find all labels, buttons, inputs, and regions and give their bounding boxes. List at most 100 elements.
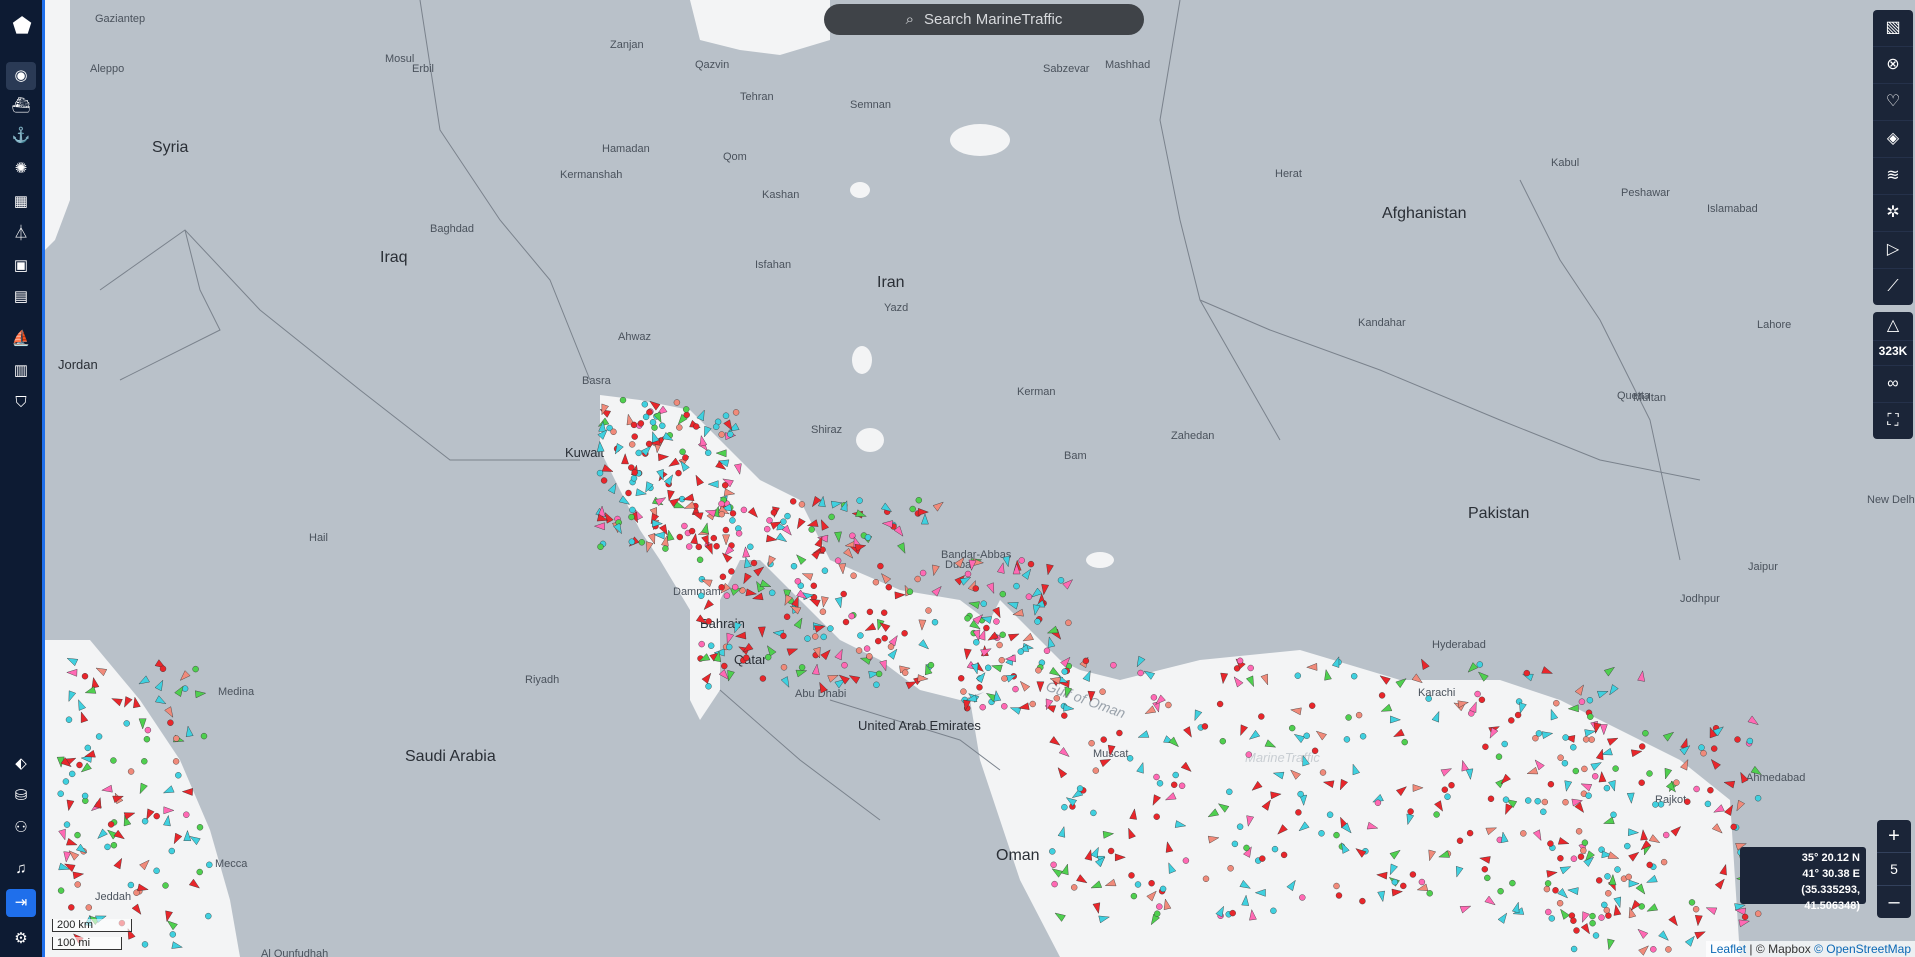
vessel-marker[interactable] [1110,662,1117,669]
vessel-marker[interactable] [1589,920,1596,927]
vessel-marker[interactable] [1029,700,1036,708]
vessel-marker[interactable] [713,543,720,550]
vessel-marker[interactable] [780,664,788,671]
vessel-marker[interactable] [1116,729,1123,737]
vessel-marker[interactable] [1673,779,1680,786]
vessel-marker[interactable] [964,570,972,578]
vessel-marker[interactable] [1573,927,1580,934]
vessel-marker[interactable] [998,657,1005,664]
vessel-marker[interactable] [784,512,791,520]
ship-icon[interactable]: ⛴ [6,92,36,120]
globe-icon[interactable]: ◉ [6,62,36,90]
vessel-marker[interactable] [958,675,965,682]
vessel-marker[interactable] [683,406,690,413]
vessel-marker[interactable] [1034,618,1041,625]
vessel-marker[interactable] [1178,782,1186,789]
vessel-marker[interactable] [915,497,922,504]
vessel-marker[interactable] [931,619,939,626]
layers-icon[interactable]: ◈ [1873,121,1913,158]
vessel-marker[interactable] [705,449,712,456]
vessel-marker[interactable] [173,735,180,742]
vessel-marker[interactable] [866,608,874,616]
vessel-marker[interactable] [1693,785,1700,793]
vessel-marker[interactable] [1236,657,1244,664]
vessel-marker[interactable] [1082,657,1090,665]
vessel-marker[interactable] [65,716,73,723]
vessel-marker[interactable] [1374,799,1382,806]
vessel-marker[interactable] [750,559,758,567]
vessel-marker[interactable] [914,575,921,583]
vessel-marker[interactable] [1137,669,1144,677]
vessel-marker[interactable] [1534,798,1541,805]
vessel-marker[interactable] [875,670,883,678]
vessel-marker[interactable] [597,543,604,550]
vessel-marker[interactable] [1027,560,1035,568]
vessel-marker[interactable] [1050,861,1057,868]
vessel-marker[interactable] [123,720,130,727]
vessel-marker[interactable] [1156,903,1163,910]
vessel-marker[interactable] [1326,811,1334,818]
vessel-marker[interactable] [1202,875,1210,882]
vessel-marker[interactable] [1741,913,1749,921]
vessel-marker[interactable] [740,506,748,514]
vessel-marker[interactable] [960,688,967,695]
vessel-marker[interactable] [1219,738,1227,745]
vessel-marker[interactable] [783,613,791,620]
vessel-marker[interactable] [619,396,627,404]
vessel-marker[interactable] [1049,848,1056,855]
vessel-marker[interactable] [74,831,81,839]
vessel-marker[interactable] [1570,945,1578,953]
vessel-marker[interactable] [906,588,914,595]
vessel-marker[interactable] [1700,750,1707,757]
vessel-marker[interactable] [1043,647,1051,654]
vessel-marker[interactable] [1612,765,1619,772]
vessel-marker[interactable] [1088,740,1095,747]
vessel-marker[interactable] [1646,770,1653,777]
vessel-marker[interactable] [1441,786,1449,793]
vessel-marker[interactable] [675,469,682,477]
vessel-marker[interactable] [81,792,89,800]
vessel-marker[interactable] [732,409,740,416]
vessel-marker[interactable] [62,778,70,785]
vessel-marker[interactable] [710,534,717,542]
vessel-marker[interactable] [1159,885,1167,893]
vessel-marker[interactable] [698,592,705,599]
vessel-marker[interactable] [1001,703,1008,710]
vessel-marker[interactable] [855,647,863,654]
vessel-marker[interactable] [1577,853,1585,860]
vessel-marker[interactable] [1013,582,1020,590]
vessel-marker[interactable] [1018,557,1025,564]
vessel-marker[interactable] [1333,831,1340,839]
vessel-marker[interactable] [1150,694,1158,701]
vessel-marker[interactable] [794,578,801,585]
vessel-marker[interactable] [596,469,604,477]
vessel-marker[interactable] [727,431,734,438]
vessel-marker[interactable] [979,704,986,711]
vessel-marker[interactable] [901,630,908,637]
vessel-marker[interactable] [196,824,204,831]
vessel-marker[interactable] [162,882,169,889]
vessel-marker[interactable] [765,654,772,661]
vessel-marker[interactable] [85,904,93,911]
vessel-marker[interactable] [696,556,704,563]
vessel-marker[interactable] [798,664,806,671]
vessel-marker[interactable] [169,931,177,938]
vessel-marker[interactable] [175,772,182,779]
vessel-marker[interactable] [842,618,850,626]
anchor-icon[interactable]: ⚓ [6,122,36,150]
vessel-marker[interactable] [610,428,617,435]
map-canvas[interactable]: Syria Iraq Iran Afghanistan Pakistan Sau… [0,0,1915,957]
vessel-marker[interactable] [1502,796,1510,803]
vessel-marker[interactable] [637,420,645,427]
vessel-marker[interactable] [1134,881,1142,888]
vessel-marker[interactable] [1092,767,1100,774]
vessel-marker[interactable] [1561,760,1569,767]
vessel-marker[interactable] [1646,861,1653,869]
vessel-marker[interactable] [834,557,842,564]
vessel-marker[interactable] [1409,871,1417,878]
osm-link[interactable]: © OpenStreetMap [1814,942,1911,956]
vessel-marker[interactable] [635,449,642,457]
shield-icon[interactable]: ⛉ [6,389,36,417]
vessel-marker[interactable] [688,527,696,535]
vessel-marker[interactable] [1076,785,1084,792]
